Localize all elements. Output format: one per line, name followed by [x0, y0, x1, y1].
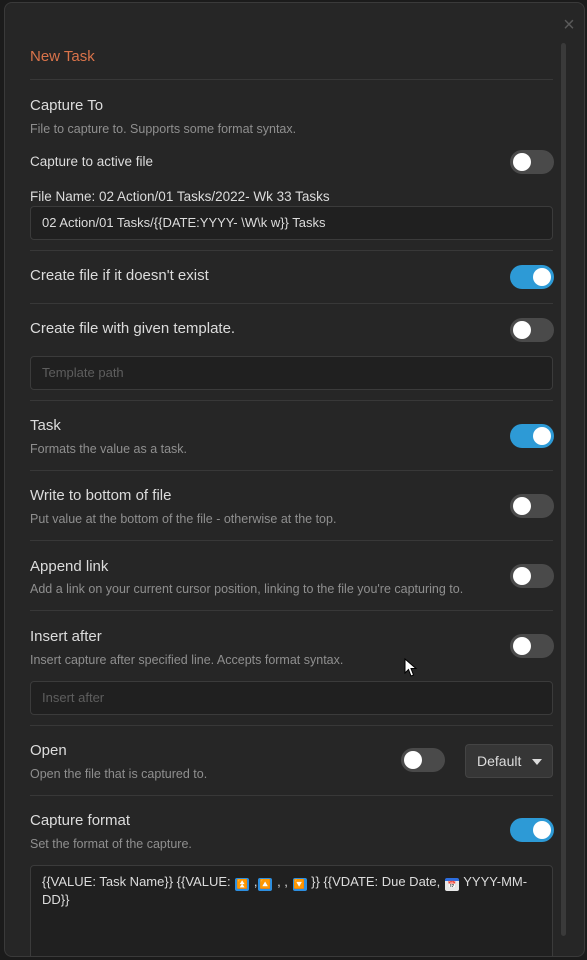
- write-bottom-toggle[interactable]: [510, 494, 554, 518]
- active-file-label: Capture to active file: [30, 154, 154, 169]
- calendar-icon: 📅: [444, 878, 459, 891]
- open-desc: Open the file that is captured to.: [30, 767, 208, 781]
- divider: [30, 79, 553, 80]
- format-text: {{VALUE: Task Name}} {{VALUE:: [42, 874, 235, 889]
- scrollbar[interactable]: [561, 43, 566, 936]
- toggle-knob: [513, 321, 531, 339]
- high-priority-icon: ⏫: [235, 878, 250, 891]
- divider: [30, 303, 553, 304]
- close-icon[interactable]: ×: [561, 15, 577, 35]
- append-link-desc: Add a link on your current cursor positi…: [30, 582, 464, 596]
- divider: [30, 400, 553, 401]
- divider: [30, 725, 553, 726]
- divider: [30, 540, 553, 541]
- capture-format-desc: Set the format of the capture.: [30, 837, 192, 851]
- insert-after-input[interactable]: Insert after: [30, 681, 553, 715]
- divider: [30, 610, 553, 611]
- insert-after-toggle[interactable]: [510, 634, 554, 658]
- toggle-knob: [513, 153, 531, 171]
- chevron-down-icon: [532, 759, 542, 765]
- toggle-knob: [513, 567, 531, 585]
- capture-to-desc: File to capture to. Supports some format…: [30, 122, 297, 136]
- open-name: Open: [30, 742, 67, 759]
- modal-title: New Task: [30, 48, 95, 65]
- format-text: }} {{VDATE: Due Date,: [307, 874, 444, 889]
- format-text: , ,: [273, 874, 292, 889]
- insert-after-name: Insert after: [30, 628, 102, 645]
- append-link-name: Append link: [30, 558, 109, 575]
- toggle-knob: [533, 427, 551, 445]
- new-task-modal: × New Task Capture To File to capture to…: [4, 2, 585, 957]
- insert-after-desc: Insert capture after specified line. Acc…: [30, 653, 344, 667]
- active-file-toggle[interactable]: [510, 150, 554, 174]
- low-priority-icon: 🔽: [292, 878, 307, 891]
- write-bottom-name: Write to bottom of file: [30, 487, 172, 504]
- toggle-knob: [533, 821, 551, 839]
- template-name: Create file with given template.: [30, 320, 236, 337]
- mouse-pointer-icon: [404, 658, 418, 677]
- create-file-toggle[interactable]: [510, 265, 554, 289]
- format-text: ,: [250, 874, 258, 889]
- toggle-knob: [513, 637, 531, 655]
- toggle-knob: [513, 497, 531, 515]
- toggle-knob: [404, 751, 422, 769]
- open-toggle[interactable]: [401, 748, 445, 772]
- file-name-label: File Name: 02 Action/01 Tasks/2022- Wk 3…: [30, 189, 330, 204]
- task-desc: Formats the value as a task.: [30, 442, 188, 456]
- capture-format-toggle[interactable]: [510, 818, 554, 842]
- divider: [30, 470, 553, 471]
- template-toggle[interactable]: [510, 318, 554, 342]
- file-name-input[interactable]: 02 Action/01 Tasks/{{DATE:YYYY- \W\k w}}…: [30, 206, 553, 240]
- open-mode-select[interactable]: Default: [465, 744, 553, 778]
- toggle-knob: [533, 268, 551, 286]
- task-name: Task: [30, 417, 61, 434]
- divider: [30, 795, 553, 796]
- divider: [30, 250, 553, 251]
- template-path-input[interactable]: Template path: [30, 356, 553, 390]
- capture-format-name: Capture format: [30, 812, 131, 829]
- capture-to-name: Capture To: [30, 97, 104, 114]
- append-link-toggle[interactable]: [510, 564, 554, 588]
- medium-priority-icon: 🔼: [258, 878, 273, 891]
- write-bottom-desc: Put value at the bottom of the file - ot…: [30, 512, 337, 526]
- create-file-name: Create file if it doesn't exist: [30, 267, 209, 284]
- open-mode-value: Default: [477, 753, 522, 769]
- capture-format-textarea[interactable]: {{VALUE: Task Name}} {{VALUE: ⏫ , 🔼 , , 🔽…: [30, 865, 553, 956]
- task-toggle[interactable]: [510, 424, 554, 448]
